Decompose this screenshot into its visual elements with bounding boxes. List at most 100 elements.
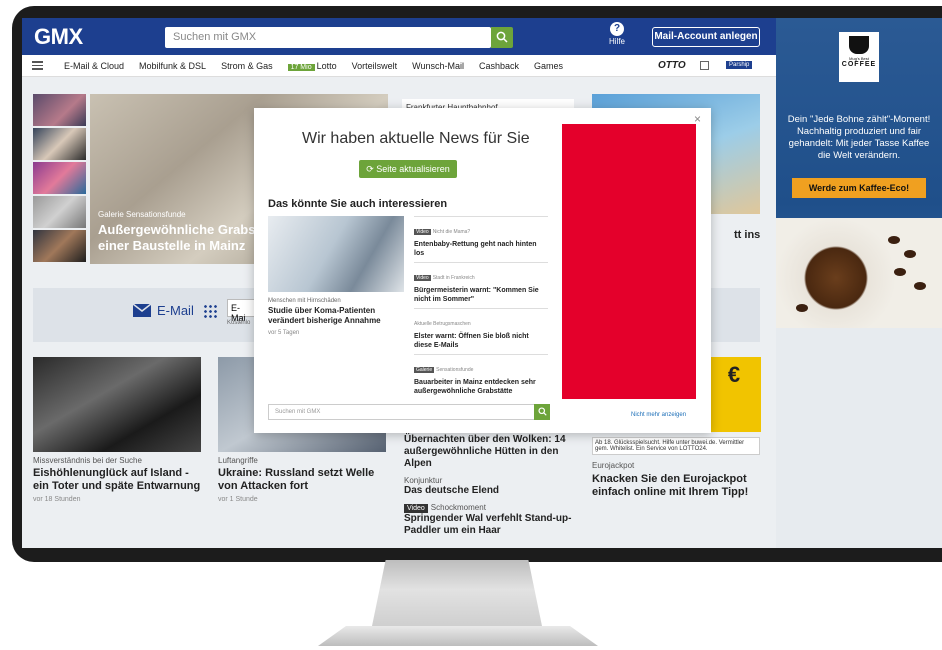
mail-icon [133, 304, 151, 317]
nav-item-energy[interactable]: Strom & Gas [221, 61, 273, 71]
news-modal: × Wir haben aktuelle News für Sie ⟳ Seit… [254, 108, 711, 433]
help-icon: ? [610, 22, 624, 36]
item-title: Entenbaby-Rettung geht nach hinten los [414, 241, 537, 257]
apps-grid-icon[interactable] [203, 304, 217, 318]
browser-screen: GMX Suchen mit GMX ? Hilfe Mail-Account a… [22, 18, 942, 548]
list-item[interactable]: Galerie Sensationsfunde Bauarbeiter in Ma… [414, 354, 548, 400]
create-account-button[interactable]: Mail-Account anlegen [652, 27, 760, 47]
news-title: Knacken Sie den Eurojackpot einfach onli… [592, 473, 749, 498]
otto-link[interactable]: OTTO [658, 60, 686, 71]
menu-icon[interactable] [32, 61, 43, 70]
eurojackpot-ad[interactable]: € [707, 357, 761, 432]
news-title[interactable]: Übernachten über den Wolken: 14 außergew… [404, 434, 574, 470]
list-item[interactable]: Aktuelle Betrugsmaschen Elster warnt: Öf… [414, 308, 548, 354]
news-meta: Missverständnis bei der Suche [33, 456, 142, 465]
search-placeholder: Suchen mit GMX [173, 31, 257, 43]
modal-news-list: Video Nicht die Mama? Entenbaby-Rettung g… [414, 216, 548, 400]
nav-item-wunsch-mail[interactable]: Wunsch-Mail [412, 61, 464, 71]
item-title: Bürgermeisterin warnt: "Kommen Sie nicht… [414, 287, 539, 303]
news-image[interactable] [268, 216, 404, 292]
coffee-bean-icon [914, 282, 926, 290]
news-image [33, 357, 201, 452]
hero-meta: Galerie Sensationsfunde [98, 210, 186, 219]
thumbnail[interactable] [33, 230, 86, 262]
news-time: vor 1 Stunde [218, 496, 258, 503]
grid-icon[interactable] [700, 61, 709, 70]
monitor-stand-base [318, 626, 598, 646]
coffee-bean-icon [904, 250, 916, 258]
refresh-icon: ⟳ [366, 164, 377, 174]
search-icon [538, 407, 547, 416]
nav-item-mobile[interactable]: Mobilfunk & DSL [139, 61, 206, 71]
news-card[interactable]: Missverständnis bei der Suche Eishöhlenu… [33, 357, 201, 503]
side-ad[interactable]: Mug's Best COFFEE Dein "Jede Bohne zählt… [776, 18, 942, 548]
modal-search-input[interactable]: Suchen mit GMX [268, 404, 536, 420]
search-button[interactable] [491, 27, 513, 48]
news-time: vor 18 Stunden [33, 496, 81, 503]
item-meta: Aktuelle Betrugsmaschen [414, 321, 471, 327]
thumbnail-strip [33, 94, 87, 264]
thumbnail[interactable] [33, 196, 86, 228]
nav-item-email[interactable]: E-Mail & Cloud [64, 61, 124, 71]
dont-show-again-link[interactable]: Nicht mehr anzeigen [631, 412, 686, 418]
item-title: Bauarbeiter in Mainz entdecken sehr auße… [414, 379, 536, 395]
list-item[interactable]: Video Stadt in Frankreich Bürgermeisterin… [414, 262, 548, 308]
thumbnail[interactable] [33, 128, 86, 160]
item-meta: Stadt in Frankreich [432, 275, 475, 281]
gmx-logo[interactable]: GMX [34, 24, 83, 50]
item-meta: Sensationsfunde [436, 367, 474, 373]
news-meta-text: Schockmoment [430, 503, 486, 512]
news-title[interactable]: Springender Wal verfehlt Stand-up-Paddle… [404, 513, 574, 537]
news-title[interactable]: Studie über Koma-Patienten verändert bis… [268, 306, 404, 326]
lotto-disclaimer: Ab 18. Glücksspielsucht. Hilfe unter buw… [592, 437, 760, 455]
lotto-badge: 17 Mio [287, 64, 315, 71]
nav-item-cashback[interactable]: Cashback [479, 61, 519, 71]
ad-cta-button[interactable]: Werde zum Kaffee-Eco! [792, 178, 926, 198]
news-meta: Luftangriffe [218, 456, 258, 465]
news-card[interactable]: Eurojackpot Knacken Sie den Eurojackpot … [592, 461, 760, 499]
news-meta: Konjunktur [404, 476, 443, 485]
ad-text: Dein "Jede Bohne zählt"-Moment! Nachhalt… [787, 114, 931, 161]
top-header: GMX Suchen mit GMX ? Hilfe Mail-Account a… [22, 18, 776, 55]
section-heading: Das könnte Sie auch interessieren [268, 198, 448, 210]
coffee-image [776, 218, 942, 328]
news-meta: Eurojackpot [592, 461, 635, 470]
modal-title: Wir haben aktuelle News für Sie [302, 130, 530, 147]
news-title[interactable]: Das deutsche Elend [404, 485, 574, 497]
news-meta: Video Schockmoment [404, 503, 574, 513]
modal-search-button[interactable] [534, 404, 550, 420]
news-meta: Menschen mit Hirnschäden [268, 298, 341, 304]
teaser-title[interactable]: tt ins [734, 229, 760, 241]
search-input[interactable]: Suchen mit GMX [165, 27, 491, 48]
coffee-bean-icon [888, 236, 900, 244]
monitor-stand-neck [372, 560, 542, 626]
video-badge: Video [414, 229, 431, 235]
video-badge: Video [414, 275, 431, 281]
refresh-label: Seite aktualisieren [376, 164, 450, 174]
nav-item-vorteilswelt[interactable]: Vorteilswelt [352, 61, 398, 71]
item-title: Elster warnt: Öffnen Sie bloß nicht dies… [414, 333, 529, 349]
nav-item-games[interactable]: Games [534, 61, 563, 71]
mail-label: E-Mail [157, 303, 194, 318]
email-field[interactable]: E-Mai [227, 299, 257, 323]
logo-line2: COFFEE [841, 61, 877, 68]
red-ad-banner[interactable] [562, 124, 696, 399]
cup-icon [849, 36, 869, 54]
nav-bar: E-Mail & Cloud Mobilfunk & DSL Strom & G… [22, 55, 776, 77]
thumbnail[interactable] [33, 94, 86, 126]
item-meta: Nicht die Mama? [432, 229, 471, 235]
news-time: vor 5 Tagen [268, 330, 300, 336]
news-list: Übernachten über den Wolken: 14 außergew… [404, 434, 574, 537]
parship-link[interactable]: Parship [726, 61, 753, 69]
hero-title: Außergewöhnliche Grabst einer Baustelle … [98, 222, 260, 253]
nav-item-lotto[interactable]: 17 Mio Lotto [287, 61, 337, 71]
help-button[interactable]: ? Hilfe [602, 22, 632, 46]
nav-items: E-Mail & Cloud Mobilfunk & DSL Strom & G… [64, 61, 563, 71]
refresh-button[interactable]: ⟳ Seite aktualisieren [359, 160, 457, 178]
list-item[interactable]: Video Nicht die Mama? Entenbaby-Rettung g… [414, 216, 548, 262]
thumbnail[interactable] [33, 162, 86, 194]
news-title: Ukraine: Russland setzt Welle von Attack… [218, 467, 375, 492]
video-badge: Video [404, 504, 428, 513]
monitor-mockup: GMX Suchen mit GMX ? Hilfe Mail-Account a… [0, 0, 942, 650]
coffee-bean-icon [796, 304, 808, 312]
